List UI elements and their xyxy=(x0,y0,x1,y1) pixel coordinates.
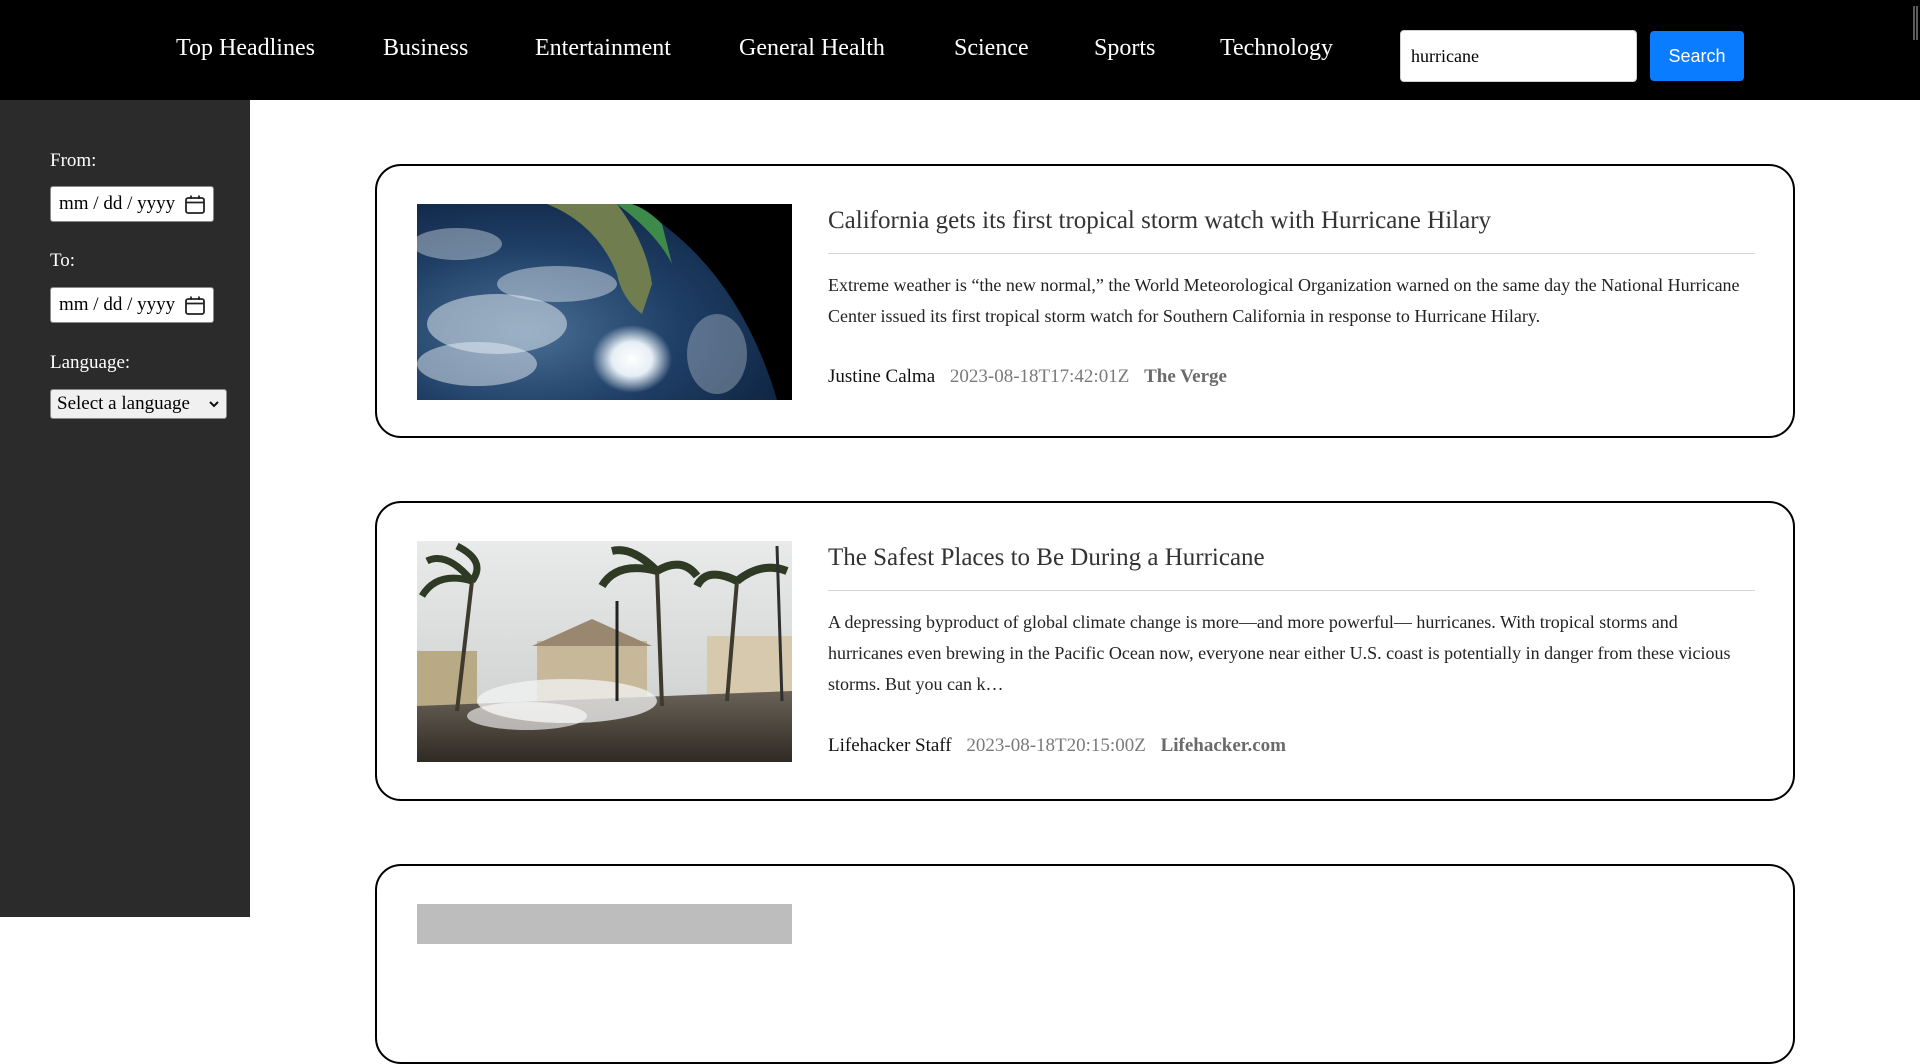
article-image-earth-satellite[interactable] xyxy=(417,204,792,400)
nav-technology[interactable]: Technology xyxy=(1220,34,1333,62)
article-meta: Lifehacker Staff 2023-08-18T20:15:00Z Li… xyxy=(828,735,1286,757)
language-label: Language: xyxy=(50,352,131,373)
from-label: From: xyxy=(50,150,97,171)
nav-sports[interactable]: Sports xyxy=(1094,34,1155,62)
article-date: 2023-08-18T17:42:01Z xyxy=(949,366,1130,387)
nav-business[interactable]: Business xyxy=(383,34,468,62)
top-navbar: Top Headlines Business Entertainment Gen… xyxy=(0,0,1920,100)
article-description: A depressing byproduct of global climate… xyxy=(828,612,1731,694)
calendar-icon[interactable] xyxy=(185,296,205,315)
to-date-input[interactable]: mm / dd / yyyy xyxy=(50,287,214,323)
article-card[interactable] xyxy=(375,864,1795,1064)
article-image-placeholder[interactable] xyxy=(417,904,792,944)
from-date-input[interactable]: mm / dd / yyyy xyxy=(50,186,214,222)
article-author: Justine Calma xyxy=(828,366,936,387)
article-title[interactable]: The Safest Places to Be During a Hurrica… xyxy=(828,543,1755,573)
nav-general-health[interactable]: General Health xyxy=(739,34,885,62)
article-card[interactable]: The Safest Places to Be During a Hurrica… xyxy=(375,501,1795,801)
nav-top-headlines[interactable]: Top Headlines xyxy=(176,34,315,62)
language-select-value: Select a language xyxy=(57,393,190,414)
article-source: Lifehacker.com xyxy=(1160,735,1286,756)
chevron-down-icon xyxy=(209,401,219,408)
article-divider xyxy=(828,590,1755,591)
search-button[interactable]: Search xyxy=(1650,31,1744,81)
nav-science[interactable]: Science xyxy=(954,34,1029,62)
to-label: To: xyxy=(50,250,76,271)
calendar-icon[interactable] xyxy=(185,195,205,214)
article-meta: Justine Calma 2023-08-18T17:42:01Z The V… xyxy=(828,366,1227,388)
nav-entertainment[interactable]: Entertainment xyxy=(535,34,671,62)
article-author: Lifehacker Staff xyxy=(828,735,952,756)
article-divider xyxy=(828,253,1755,254)
to-date-placeholder: mm / dd / yyyy xyxy=(59,294,176,315)
article-description: Extreme weather is “the new normal,” the… xyxy=(828,275,1740,326)
scrollbar-handle[interactable] xyxy=(1913,6,1918,40)
article-image-hurricane-street[interactable] xyxy=(417,541,792,762)
search-input[interactable] xyxy=(1400,30,1637,82)
article-source: The Verge xyxy=(1144,366,1227,387)
language-select[interactable]: Select a language xyxy=(50,389,227,419)
article-date: 2023-08-18T20:15:00Z xyxy=(966,735,1146,756)
article-title[interactable]: California gets its first tropical storm… xyxy=(828,206,1755,236)
filter-sidebar: From: mm / dd / yyyy To: mm / dd / yyyy … xyxy=(0,100,250,917)
from-date-placeholder: mm / dd / yyyy xyxy=(59,193,176,214)
article-card[interactable]: California gets its first tropical storm… xyxy=(375,164,1795,438)
